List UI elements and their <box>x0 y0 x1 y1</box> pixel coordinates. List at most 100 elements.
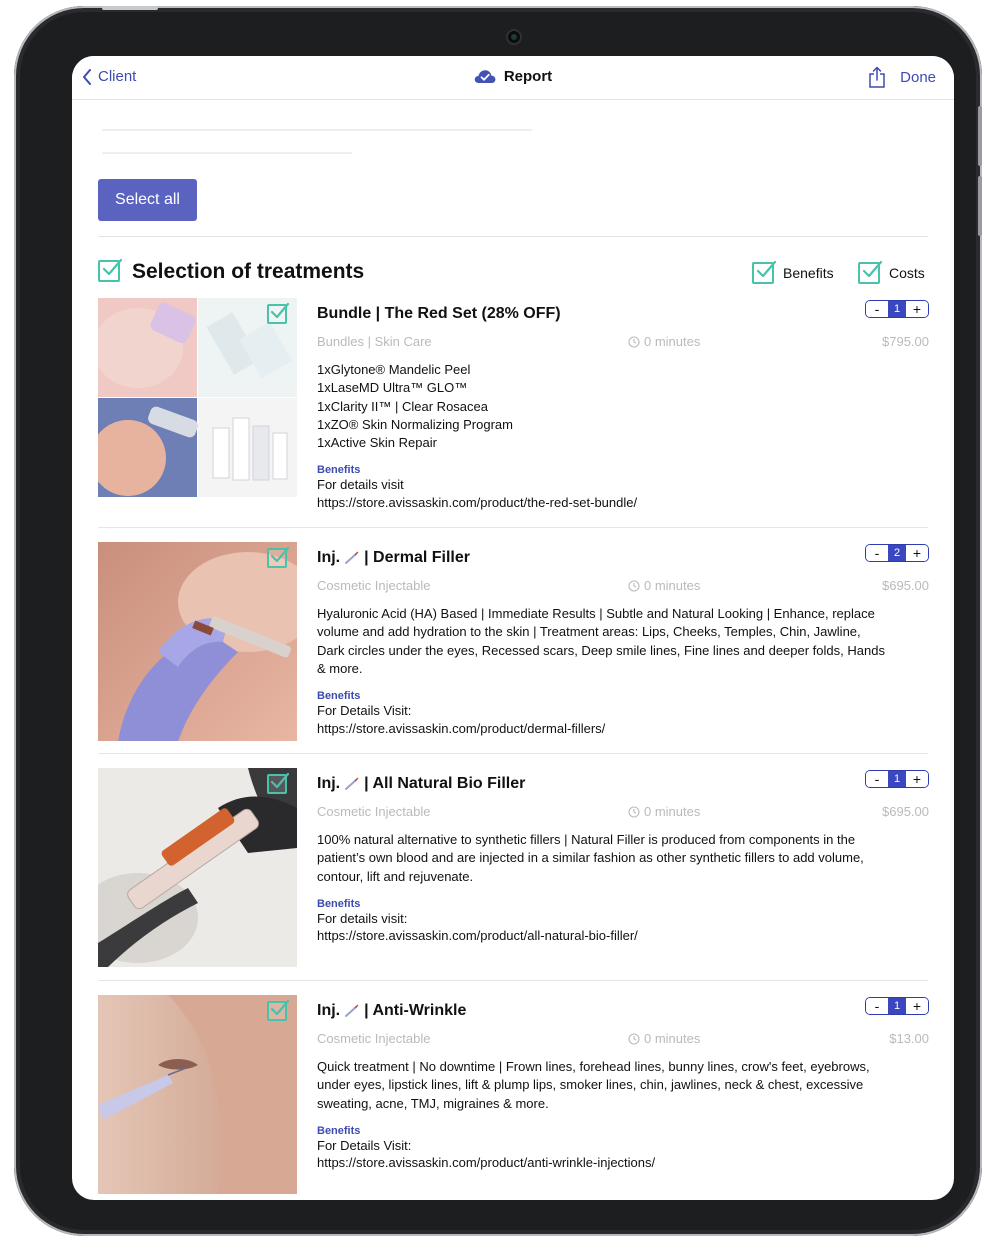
item-divider <box>98 980 928 981</box>
decrement-button[interactable]: - <box>866 545 888 561</box>
benefits-heading: Benefits <box>317 1124 361 1137</box>
bundle-collage-image <box>98 298 297 497</box>
title-text: | All Natural Bio Filler <box>364 775 526 792</box>
syringe-icon <box>345 777 359 790</box>
treatment-item: - 2 + Inj. | Dermal Filler Cosmetic Inje… <box>98 542 929 754</box>
checkmark-icon <box>270 772 290 789</box>
treatment-category: Cosmetic Injectable <box>317 1031 431 1046</box>
syringe-icon <box>345 1004 359 1017</box>
clock-icon <box>628 1032 640 1045</box>
title-prefix: Inj. <box>317 549 341 566</box>
divider <box>98 236 928 237</box>
treatment-details: - 1 + Inj. | All Natural Bio Filler Cosm… <box>317 768 929 945</box>
checkmark-icon <box>102 258 123 276</box>
share-icon[interactable] <box>868 66 886 88</box>
tablet-frame: Client Report Done Select all Selection … <box>14 6 982 1236</box>
increment-button[interactable]: + <box>906 545 928 561</box>
treatment-title: Inj. | Anti-Wrinkle <box>317 1000 929 1022</box>
volume-up-button <box>978 106 982 166</box>
decrement-button[interactable]: - <box>866 301 888 317</box>
treatment-duration: 0 minutes <box>628 578 700 593</box>
section-checkbox[interactable] <box>98 258 123 282</box>
item-checkbox[interactable] <box>267 546 290 568</box>
nav-actions: Done <box>868 66 936 88</box>
benefits-heading: Benefits <box>317 464 361 477</box>
blurred-client-info <box>102 152 352 154</box>
increment-button[interactable]: + <box>906 998 928 1014</box>
navigation-bar: Client Report Done <box>72 56 954 100</box>
front-camera <box>508 31 520 43</box>
treatment-description: Hyaluronic Acid (HA) Based | Immediate R… <box>317 606 885 676</box>
checkmark-icon <box>862 260 883 278</box>
quantity-value: 1 <box>888 771 906 787</box>
duration-text: 0 minutes <box>644 578 701 593</box>
increment-button[interactable]: + <box>906 301 928 317</box>
app-screen: Client Report Done Select all Selection … <box>72 56 954 1200</box>
treatment-details: - 2 + Inj. | Dermal Filler Cosmetic Inje… <box>317 542 929 737</box>
title-prefix: Inj. <box>317 775 341 792</box>
costs-toggle[interactable]: Costs <box>858 260 925 284</box>
decrement-button[interactable]: - <box>866 771 888 787</box>
quantity-stepper: - 1 + <box>865 770 929 788</box>
item-checkbox[interactable] <box>267 999 290 1021</box>
checkmark-icon <box>756 260 777 278</box>
title-text: | Dermal Filler <box>364 549 470 566</box>
treatment-meta: Cosmetic Injectable 0 minutes $695.00 <box>317 578 929 598</box>
treatment-description: Quick treatment | No downtime | Frown li… <box>317 1059 870 1111</box>
done-button[interactable]: Done <box>900 69 936 86</box>
benefits-heading: Benefits <box>317 897 361 910</box>
power-button <box>102 6 158 10</box>
syringe-icon <box>345 551 359 564</box>
treatment-duration: 0 minutes <box>628 804 700 819</box>
decrement-button[interactable]: - <box>866 998 888 1014</box>
treatment-meta: Cosmetic Injectable 0 minutes $695.00 <box>317 804 929 824</box>
treatment-item: - 1 + Bundle | The Red Set (28% OFF) Bun… <box>98 298 929 528</box>
quantity-value: 1 <box>888 301 906 317</box>
title-text: Report <box>503 68 553 85</box>
treatment-description: 100% natural alternative to synthetic fi… <box>317 832 864 884</box>
benefits-heading: Benefits <box>317 690 361 703</box>
treatment-details: - 1 + Inj. | Anti-Wrinkle Cosmetic Injec… <box>317 995 929 1172</box>
quantity-value: 2 <box>888 545 906 561</box>
increment-button[interactable]: + <box>906 771 928 787</box>
checkmark-icon <box>270 999 290 1016</box>
blurred-client-info <box>102 129 532 131</box>
benefits-text: For details visit https://store.avissask… <box>317 477 638 510</box>
clock-icon <box>628 335 640 348</box>
costs-checkbox[interactable] <box>858 260 883 284</box>
treatment-thumbnail <box>98 298 297 497</box>
treatment-price: $695.00 <box>882 578 929 593</box>
benefits-toggle[interactable]: Benefits <box>752 260 834 284</box>
treatment-title: Inj. | All Natural Bio Filler <box>317 773 929 795</box>
cloud-check-icon <box>474 70 496 83</box>
quantity-value: 1 <box>888 998 906 1014</box>
page-title: Report <box>72 68 954 85</box>
benefits-text: For Details Visit: https://store.avissas… <box>317 703 606 736</box>
clock-icon <box>628 579 640 592</box>
section-title: Selection of treatments <box>132 260 365 283</box>
benefits-checkbox[interactable] <box>752 260 777 284</box>
volume-down-button <box>978 176 982 236</box>
treatment-title: Inj. | Dermal Filler <box>317 547 929 569</box>
item-checkbox[interactable] <box>267 772 290 794</box>
duration-text: 0 minutes <box>644 1031 701 1046</box>
treatment-item: - 1 + Inj. | All Natural Bio Filler Cosm… <box>98 768 929 981</box>
bio-filler-image <box>98 768 297 967</box>
treatment-meta: Bundles | Skin Care 0 minutes $795.00 <box>317 334 929 354</box>
item-divider <box>98 527 928 528</box>
quantity-stepper: - 1 + <box>865 300 929 318</box>
title-prefix: Inj. <box>317 1002 341 1019</box>
treatment-duration: 0 minutes <box>628 334 700 349</box>
treatment-meta: Cosmetic Injectable 0 minutes $13.00 <box>317 1031 929 1051</box>
treatment-title: Bundle | The Red Set (28% OFF) <box>317 305 561 322</box>
treatment-thumbnail <box>98 542 297 741</box>
treatments-section-header: Selection of treatments Benefits Costs <box>98 258 928 286</box>
duration-text: 0 minutes <box>644 334 701 349</box>
checkmark-icon <box>270 546 290 563</box>
costs-label: Costs <box>889 265 925 281</box>
item-checkbox[interactable] <box>267 302 290 324</box>
dermal-filler-image <box>98 542 297 741</box>
treatment-thumbnail <box>98 768 297 967</box>
select-all-button[interactable]: Select all <box>98 179 197 221</box>
treatment-details: - 1 + Bundle | The Red Set (28% OFF) Bun… <box>317 298 929 511</box>
